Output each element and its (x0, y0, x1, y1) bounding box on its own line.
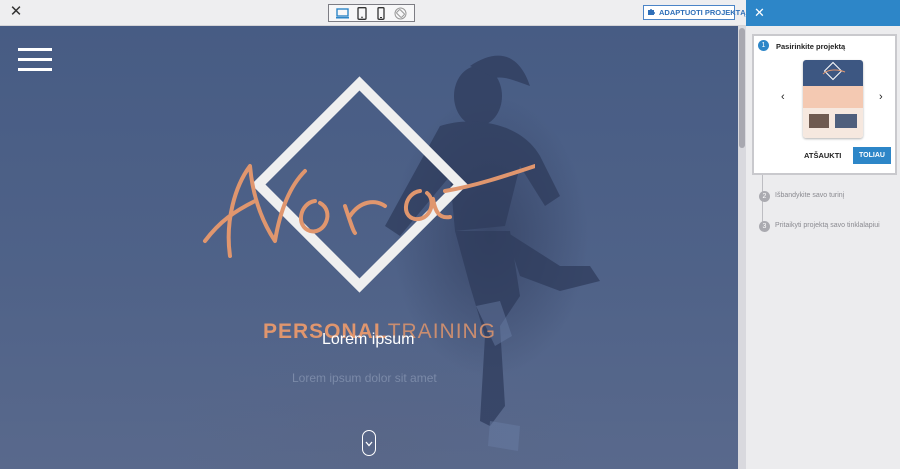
wizard-panel-header: ✕ (746, 0, 900, 26)
cancel-button[interactable]: ATŠAUKTI (804, 151, 841, 160)
desktop-icon[interactable] (336, 6, 350, 20)
device-switcher (328, 4, 415, 22)
chevron-left-icon[interactable]: ‹ (781, 91, 785, 103)
mobile-icon[interactable] (374, 6, 388, 20)
hero-title: Lorem ipsum (322, 331, 415, 348)
step-number: 3 (759, 221, 770, 232)
preview-toolbar: ✕ ADAPTUOTI PROJEKTĄ (0, 0, 746, 26)
chevron-right-icon[interactable]: › (879, 91, 883, 103)
adapt-project-button[interactable]: ADAPTUOTI PROJEKTĄ (643, 5, 746, 20)
builder-window: ✕ ADAPTUOTI PROJEKTĄ PERSONALTRAINING Lo… (0, 0, 900, 469)
hamburger-icon[interactable] (18, 48, 52, 72)
step-label: Pritaikyti projektą savo tinklalapiui (775, 222, 880, 229)
scroll-down-button[interactable] (362, 430, 376, 456)
step-card-active: 1 Pasirinkite projektą ‹ › ATŠAUKTI TOLI… (752, 34, 897, 175)
adapt-project-label: ADAPTUOTI PROJEKTĄ (659, 8, 746, 17)
next-button[interactable]: TOLIAU (853, 147, 891, 164)
scrollbar-thumb[interactable] (739, 28, 745, 148)
wizard-panel: 1 Pasirinkite projektą ‹ › ATŠAUKTI TOLI… (746, 26, 900, 469)
template-thumbnail[interactable] (803, 60, 863, 138)
step-number: 1 (758, 40, 769, 51)
logo-script (203, 164, 535, 258)
close-icon[interactable]: ✕ (754, 5, 765, 20)
close-icon[interactable]: ✕ (8, 4, 24, 20)
step-number: 2 (759, 191, 770, 202)
tablet-icon[interactable] (355, 6, 369, 20)
puzzle-icon (647, 7, 656, 18)
website-preview: PERSONALTRAINING Lorem ipsum Lorem ipsum… (0, 26, 738, 469)
hero-subtitle: Lorem ipsum dolor sit amet (292, 371, 437, 385)
rotate-icon[interactable] (393, 6, 407, 20)
chevron-down-icon (365, 434, 373, 452)
preview-scrollbar[interactable] (738, 26, 746, 469)
step-label: Išbandykite savo turinį (775, 192, 845, 199)
step-title: Pasirinkite projektą (776, 42, 846, 51)
